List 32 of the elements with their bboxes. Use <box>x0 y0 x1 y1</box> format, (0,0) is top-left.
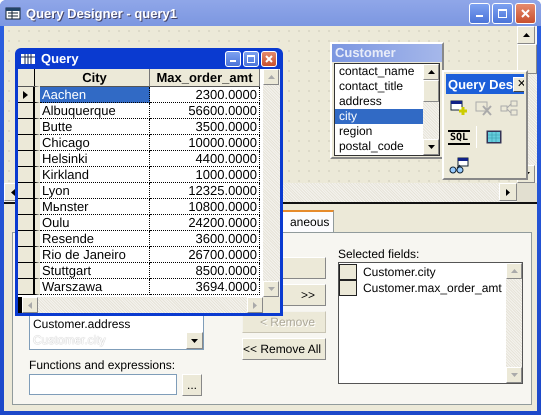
table-cell: Oulu <box>40 215 150 231</box>
table-title: Customer <box>332 44 442 62</box>
table-cell: 10800.0000 <box>150 199 260 215</box>
table-cell: 3500.0000 <box>150 119 260 135</box>
table-cell: 56600.0000 <box>150 103 260 119</box>
table-cell: 1000.0000 <box>150 167 260 183</box>
table-cell: 3600.0000 <box>150 231 260 247</box>
table-cell: 10000.0000 <box>150 135 260 151</box>
selected-fields-label: Selected fields: <box>338 247 420 261</box>
table-cell: 8500.0000 <box>150 263 260 279</box>
table-cell: Stuttgart <box>40 263 150 279</box>
table-cell: 4400.0000 <box>150 151 260 167</box>
table-cell: Rio de Janeiro <box>40 247 150 263</box>
table-cell: Resende <box>40 231 150 247</box>
table-cell: 12325.0000 <box>150 183 260 199</box>
table-cell: Butte <box>40 119 150 135</box>
table-cell: Warszawa <box>40 279 150 295</box>
window-title: Query Designer - query1 <box>26 6 178 20</box>
table-cell: Kirkland <box>40 167 150 183</box>
functions-label: Functions and expressions: <box>29 358 176 372</box>
table-cell: 24200.0000 <box>150 215 260 231</box>
table-cell: 2300.0000 <box>150 87 260 103</box>
table-cell: Aachen <box>40 87 150 103</box>
toolbar-title: Query Des <box>448 76 514 92</box>
table-cell: Albuquerque <box>40 103 150 119</box>
table-cell: Chicago <box>40 135 150 151</box>
table-cell: 3694.0000 <box>150 279 260 295</box>
query-title: Query <box>41 51 80 66</box>
table-cell: 26700.0000 <box>150 247 260 263</box>
table-cell: Mьnster <box>40 199 150 215</box>
table-cell: Lyon <box>40 183 150 199</box>
table-cell: Helsinki <box>40 151 150 167</box>
